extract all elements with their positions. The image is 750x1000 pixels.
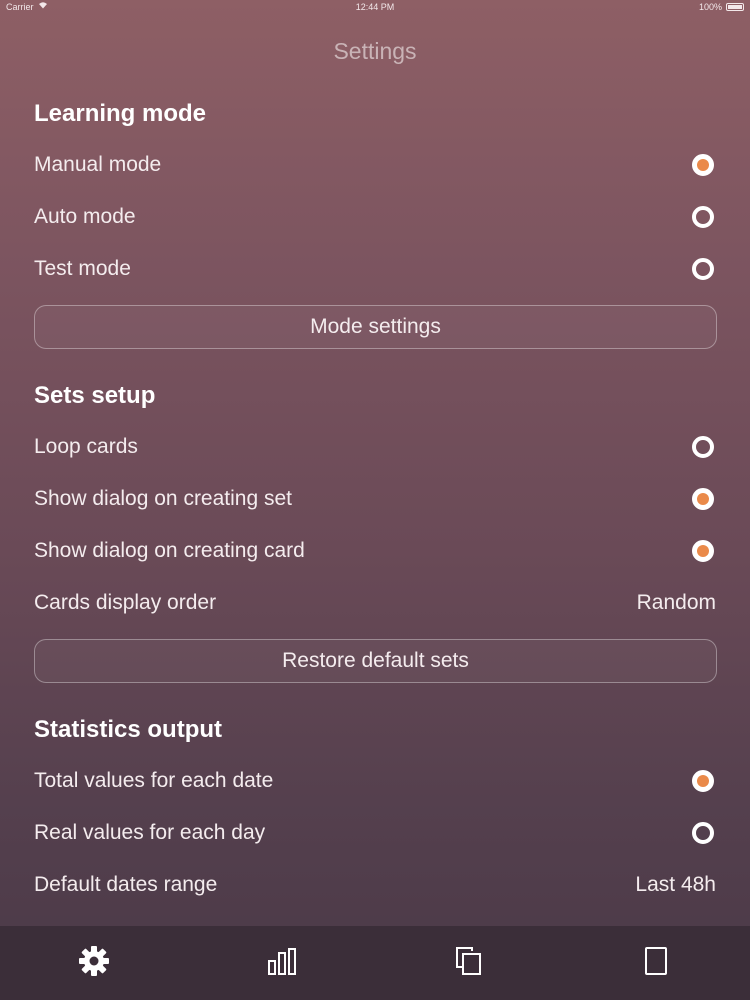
tab-bar [0,926,750,1000]
radio-button[interactable] [692,206,714,228]
battery-percent: 100% [698,2,722,12]
cards-display-order-row[interactable]: Cards display order Random [34,585,716,621]
option-show-dialog-creating-card[interactable]: Show dialog on creating card [34,533,716,569]
radio-button[interactable] [692,436,714,458]
radio-button-selected[interactable] [692,154,714,176]
battery-icon [726,3,744,11]
radio-button-selected[interactable] [692,540,714,562]
option-loop-cards[interactable]: Loop cards [34,429,716,465]
tab-statistics[interactable] [222,926,342,1000]
option-label: Auto mode [34,205,136,228]
option-label: Cards display order [34,591,217,614]
tab-settings[interactable] [34,926,154,1000]
bar-chart-icon [266,945,298,982]
option-label: Show dialog on creating set [34,487,292,510]
status-bar: Carrier 12:44 PM 100% [0,0,750,14]
cards-display-order-value[interactable]: Random [637,591,716,615]
section-title-sets-setup: Sets setup [34,382,156,409]
page-title: Settings [333,38,417,64]
option-label: Manual mode [34,153,162,176]
option-label: Test mode [34,257,131,280]
section-title-learning-mode: Learning mode [34,100,207,127]
radio-button-selected[interactable] [692,770,714,792]
option-manual-mode[interactable]: Manual mode [34,147,716,183]
mode-settings-button[interactable]: Mode settings [34,305,717,349]
tab-sets[interactable] [409,926,529,1000]
option-label: Real values for each day [34,821,266,844]
option-test-mode[interactable]: Test mode [34,251,716,287]
tab-cards[interactable] [596,926,716,1000]
option-real-values-each-day[interactable]: Real values for each day [34,815,716,851]
option-label: Loop cards [34,435,138,458]
section-title-statistics-output: Statistics output [34,716,223,743]
option-label: Show dialog on creating card [34,539,305,562]
option-label: Default dates range [34,873,218,896]
radio-button-selected[interactable] [692,488,714,510]
radio-button[interactable] [692,258,714,280]
restore-default-sets-button[interactable]: Restore default sets [34,639,717,683]
card-icon [640,945,672,982]
option-auto-mode[interactable]: Auto mode [34,199,716,235]
option-total-values-each-date[interactable]: Total values for each date [34,763,716,799]
option-label: Total values for each date [34,769,274,792]
default-dates-range-value[interactable]: Last 48h [635,873,716,897]
default-dates-range-row[interactable]: Default dates range Last 48h [34,867,716,903]
option-show-dialog-creating-set[interactable]: Show dialog on creating set [34,481,716,517]
status-time: 12:44 PM [355,2,395,12]
gear-icon [78,945,110,982]
radio-button[interactable] [692,822,714,844]
copy-cards-icon [453,945,485,982]
